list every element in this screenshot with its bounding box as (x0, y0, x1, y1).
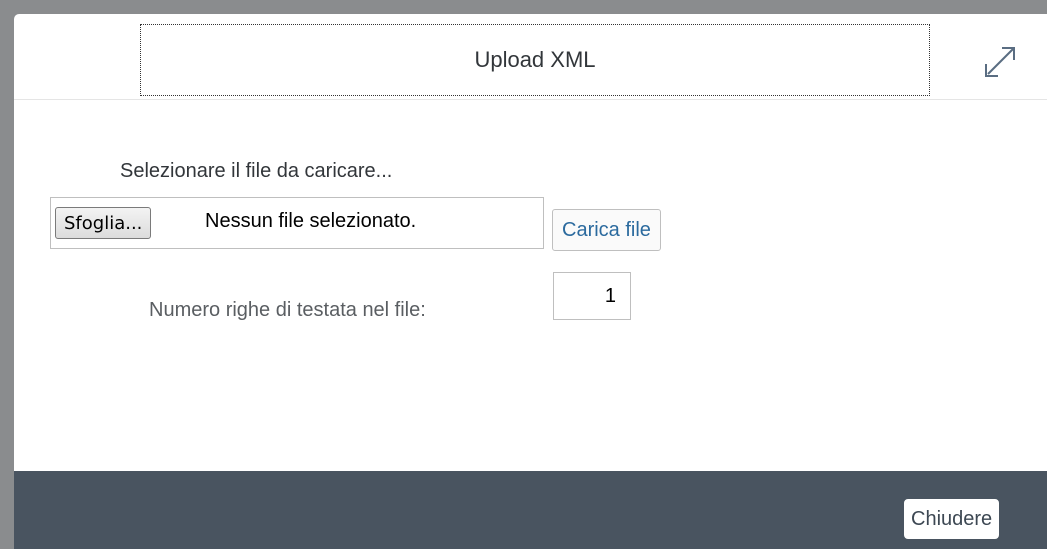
browse-button[interactable]: Sfoglia... (55, 207, 152, 239)
upload-file-button[interactable]: Carica file (552, 209, 661, 251)
header-rows-input[interactable]: 1 (553, 272, 631, 320)
dialog-footer: Chiudere (14, 471, 1047, 549)
close-button[interactable]: Chiudere (904, 499, 1000, 539)
dialog-header: Upload XML (14, 14, 1047, 100)
expand-icon (985, 47, 1015, 77)
dialog-title: Upload XML (140, 24, 930, 96)
file-input[interactable]: Sfoglia... Nessun file selezionato. (50, 197, 544, 249)
file-status-text: Nessun file selezionato. (205, 210, 417, 232)
header-rows-label: Numero righe di testata nel file: (149, 299, 426, 321)
expand-button[interactable] (982, 44, 1018, 80)
upload-instruction: Selezionare il file da caricare... (120, 160, 393, 182)
upload-dialog: Upload XML Selezionare il file da carica… (14, 14, 1047, 549)
